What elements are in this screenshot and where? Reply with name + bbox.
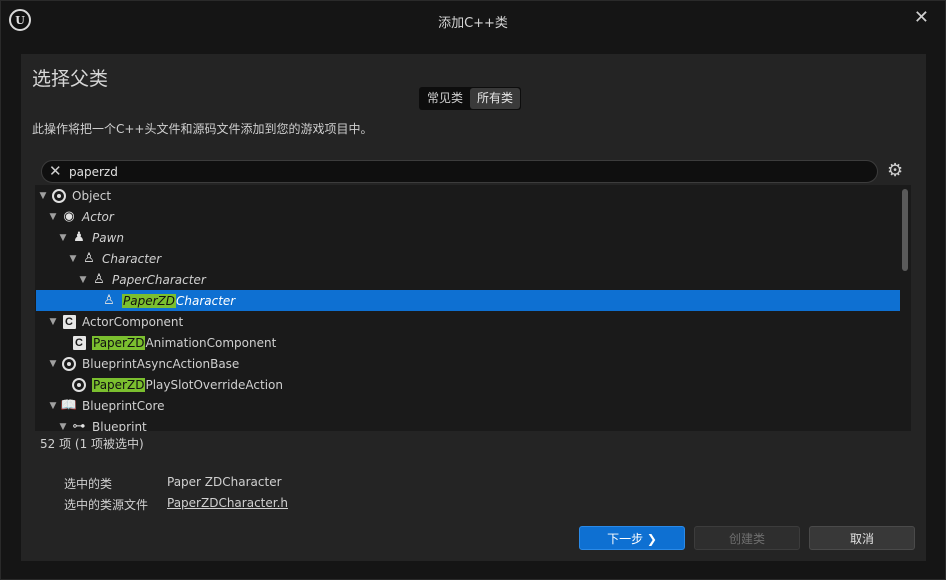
character-class-icon: ♙ (93, 272, 105, 287)
cpp-class-icon: C (70, 335, 88, 351)
create-class-button[interactable]: 创建类 (694, 526, 800, 550)
pawn-class-icon: ♟ (73, 230, 85, 245)
tree-row-paperzd-character[interactable]: ▼ ♙ PaperZDCharacter (36, 290, 900, 311)
tree-row-pawn[interactable]: ▼ ♟ Pawn (35, 227, 899, 248)
tree-row-paper-character[interactable]: ▼ ♙ PaperCharacter (35, 269, 899, 290)
cancel-button[interactable]: 取消 (809, 526, 915, 550)
tab-common-classes[interactable]: 常见类 (420, 88, 470, 109)
actor-class-icon: ◉ (63, 209, 75, 224)
search-bar: ✕ (41, 160, 878, 183)
tree-row-label: Character (102, 251, 162, 266)
expand-arrow-icon[interactable]: ▼ (78, 275, 88, 285)
source-file-link[interactable]: PaperZDCharacter.h (167, 496, 288, 510)
tree-row-label: ActorComponent (82, 314, 184, 329)
tree-row-paperzd-play-slot-override-action[interactable]: ▼ PaperZDPlaySlotOverrideAction (35, 374, 899, 395)
expand-arrow-icon[interactable]: ▼ (48, 401, 58, 411)
close-icon[interactable]: ✕ (914, 7, 929, 28)
item-count: 52 项 (1 项被选中) (40, 437, 144, 451)
tree-row-label: Actor (82, 209, 114, 224)
tree-row-label: PaperCharacter (112, 272, 206, 287)
add-cpp-class-dialog: U 添加C++类 ✕ 选择父类 常见类 所有类 此操作将把一个C++头文件和源码… (0, 0, 946, 580)
title-bar: U 添加C++类 ✕ (1, 1, 945, 39)
expand-arrow-icon[interactable]: ▼ (48, 359, 58, 369)
tree-row-paperzd-animation-component[interactable]: ▼ C PaperZDAnimationComponent (35, 332, 899, 353)
tree-row-character[interactable]: ▼ ♙ Character (35, 248, 899, 269)
object-class-icon (60, 356, 78, 372)
page-title: 选择父类 (32, 68, 109, 90)
tree-row-label: PaperZDAnimationComponent (92, 335, 277, 350)
tree-row-actor-component[interactable]: ▼ C ActorComponent (35, 311, 899, 332)
selected-class-value: Paper ZDCharacter (167, 475, 282, 489)
scrollbar-thumb[interactable] (902, 189, 908, 271)
expand-arrow-icon[interactable]: ▼ (38, 191, 48, 201)
tree-row-actor[interactable]: ▼ ◉ Actor (35, 206, 899, 227)
tree-row-label: PaperZDCharacter (122, 293, 236, 308)
expand-arrow-icon[interactable]: ▼ (58, 422, 68, 432)
search-input[interactable] (69, 163, 849, 181)
expand-arrow-icon[interactable]: ▼ (48, 212, 58, 222)
clear-search-icon[interactable]: ✕ (49, 162, 62, 180)
class-filter-tabs: 常见类 所有类 (419, 87, 522, 110)
tree-row-object[interactable]: ▼ Object (35, 185, 899, 206)
tree-scrollbar[interactable] (899, 185, 911, 431)
tree-row-blueprint-async-action-base[interactable]: ▼ BlueprintAsyncActionBase (35, 353, 899, 374)
tab-all-classes[interactable]: 所有类 (470, 88, 521, 109)
tree-row-label: PaperZDPlaySlotOverrideAction (92, 377, 283, 392)
object-class-icon (70, 377, 88, 393)
character-class-icon: ♙ (83, 251, 95, 266)
expand-arrow-icon[interactable]: ▼ (48, 317, 58, 327)
selected-class-label: 选中的类 (64, 477, 113, 491)
tree-row-blueprint-core[interactable]: ▼ 📖 BlueprintCore (35, 395, 899, 416)
tree-row-label: Blueprint (92, 419, 147, 432)
tree-row-label: Pawn (92, 230, 125, 245)
class-tree: ▼ Object ▼ ◉ Actor ▼ ♟ Pawn ▼ ♙ Characte… (35, 185, 911, 431)
cpp-class-icon: C (60, 314, 78, 330)
tree-row-label: BlueprintAsyncActionBase (82, 356, 240, 371)
main-panel: 选择父类 常见类 所有类 此操作将把一个C++头文件和源码文件添加到您的游戏项目… (21, 54, 926, 561)
character-class-icon: ♙ (103, 293, 115, 308)
blueprint-graph-icon: ⊶ (72, 419, 86, 431)
source-file-label: 选中的类源文件 (64, 498, 149, 512)
window-title: 添加C++类 (438, 16, 508, 31)
tree-row-label: BlueprintCore (82, 398, 165, 413)
book-icon: 📖 (60, 398, 78, 413)
tree-row-label: Object (72, 188, 112, 203)
expand-arrow-icon[interactable]: ▼ (58, 233, 68, 243)
tree-row-blueprint[interactable]: ▼ ⊶ Blueprint (35, 416, 899, 431)
expand-arrow-icon[interactable]: ▼ (68, 254, 78, 264)
object-class-icon (50, 188, 68, 204)
description-text: 此操作将把一个C++头文件和源码文件添加到您的游戏项目中。 (32, 122, 373, 136)
gear-icon[interactable]: ⚙ (887, 160, 903, 181)
next-button[interactable]: 下一步 ❯ (579, 526, 685, 550)
